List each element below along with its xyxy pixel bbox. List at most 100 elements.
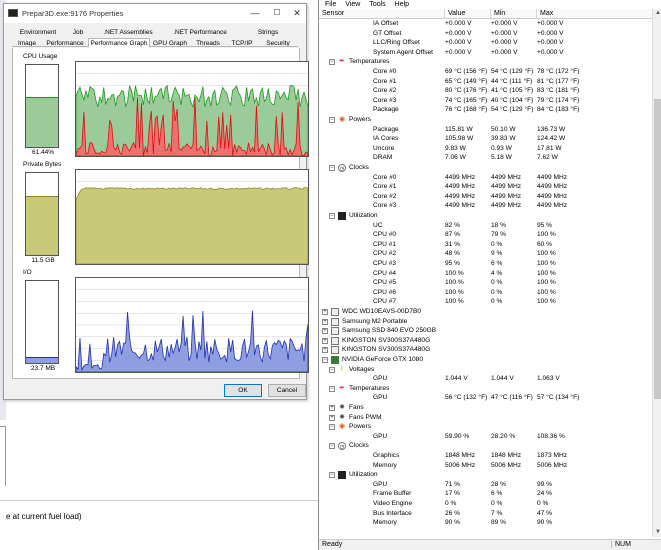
ok-button[interactable]: OK xyxy=(224,384,262,397)
sensor-row[interactable]: GPU 1.044 V 1.044 V 1.063 V xyxy=(319,374,652,384)
collapse-icon[interactable]: − xyxy=(329,59,335,66)
menu-help[interactable]: Help xyxy=(395,0,409,9)
sensor-group-row[interactable]: − Utilization xyxy=(319,470,652,480)
scroll-thumb[interactable] xyxy=(654,99,661,399)
sensor-row[interactable]: GT Offset +0.000 V +0.000 V +0.000 V xyxy=(319,29,652,39)
expand-icon[interactable]: + xyxy=(322,337,328,344)
sensor-row[interactable]: Core #3 74 °C (165 °F) 40 °C (104 °F) 79 °C… xyxy=(319,96,652,106)
close-button[interactable]: ✕ xyxy=(286,6,308,20)
tab-performance[interactable]: Performance xyxy=(42,38,88,47)
sensor-row[interactable]: Memory 90 % 89 % 90 % xyxy=(319,518,652,528)
sensor-row[interactable]: Bus Interface 26 % 7 % 47 % xyxy=(319,509,652,519)
sensor-group-row[interactable]: + Samsung SSD 840 EVO 250GB xyxy=(319,326,652,336)
sensor-group-row[interactable]: + ✸ Fans PWM xyxy=(319,413,652,423)
sensor-row[interactable]: DRAM 7.06 W 5.18 W 7.62 W xyxy=(319,153,652,163)
collapse-icon[interactable]: − xyxy=(329,213,335,219)
sensor-group-row[interactable]: − ✒ Temperatures xyxy=(319,384,652,394)
sensor-row[interactable]: Uncore 9.83 W 0.93 W 17.81 W xyxy=(319,144,652,154)
column-sensor[interactable]: Sensor xyxy=(319,9,445,19)
sensor-row[interactable]: Graphics 1848 MHz 1848 MHz 1873 MHz xyxy=(319,451,652,461)
expand-icon[interactable]: + xyxy=(322,309,328,315)
sensor-row[interactable]: LLC/Ring Offset +0.000 V +0.000 V +0.000 V xyxy=(319,38,652,48)
menu-file[interactable]: File xyxy=(325,0,336,9)
collapse-icon[interactable]: − xyxy=(329,443,335,450)
sensor-row[interactable]: IA Cores 105.98 W 39.83 W 124.42 W xyxy=(319,134,652,144)
tab-net-performance[interactable]: .NET Performance xyxy=(164,28,236,37)
sensor-row[interactable]: CPU #2 48 % 9 % 100 % xyxy=(319,249,652,259)
properties-titlebar[interactable]: Prepar3D.exe:9176 Properties — ☐ ✕ xyxy=(4,4,306,23)
sensor-row[interactable]: CPU #3 95 % 6 % 100 % xyxy=(319,259,652,269)
tab-tcp-ip[interactable]: TCP/IP xyxy=(226,38,258,47)
sensor-row[interactable]: Package 76 °C (168 °F) 54 °C (129 °F) 84 °C… xyxy=(319,105,652,115)
expand-icon[interactable]: + xyxy=(329,405,335,411)
collapse-icon[interactable]: − xyxy=(329,165,335,171)
tab-strings[interactable]: Strings xyxy=(236,28,300,37)
tab-gpu-graph[interactable]: GPU Graph xyxy=(150,38,190,47)
sensor-group-row[interactable]: + Samsung M2 Portable xyxy=(319,317,652,327)
sensor-row[interactable]: Video Engine 0 % 0 % 0 % xyxy=(319,499,652,509)
sensor-group-row[interactable]: − ◷ Clocks xyxy=(319,163,652,173)
sensor-group-row[interactable]: − ◉ Powers xyxy=(319,115,652,125)
sensor-row[interactable]: CPU #7 100 % 0 % 100 % xyxy=(319,297,652,307)
sensor-row[interactable]: CPU #6 100 % 0 % 100 % xyxy=(319,288,652,298)
sensor-group-row[interactable]: + WDC WD10EAVS-00D7B0 xyxy=(319,307,652,317)
sensor-group-row[interactable]: − NVIDIA GeForce GTX 1080 xyxy=(319,355,652,365)
properties-window[interactable]: Prepar3D.exe:9176 Properties — ☐ ✕ Envir… xyxy=(3,3,309,400)
collapse-icon[interactable]: − xyxy=(329,366,335,373)
collapse-icon[interactable]: − xyxy=(329,424,335,431)
sensor-row[interactable]: CPU #1 31 % 0 % 60 % xyxy=(319,240,652,250)
sensor-window[interactable]: File View Tools Help Sensor Value Min Ma… xyxy=(318,0,661,550)
expand-icon[interactable]: + xyxy=(322,318,328,325)
sensor-row[interactable]: Core #1 65 °C (149 °F) 44 °C (111 °F) 81 °C… xyxy=(319,77,652,87)
sensor-group-row[interactable]: − ◉ Powers xyxy=(319,422,652,432)
tab-environment[interactable]: Environment xyxy=(12,28,64,37)
sensor-row[interactable]: GPU 56 °C (132 °F) 47 °C (116 °F) 57 °C (13… xyxy=(319,393,652,403)
expand-icon[interactable]: + xyxy=(329,414,335,421)
tab-job[interactable]: Job xyxy=(64,28,92,37)
collapse-icon[interactable]: − xyxy=(329,472,335,479)
tab-security[interactable]: Security xyxy=(258,38,298,47)
sensor-row[interactable]: Core #0 69 °C (156 °F) 54 °C (129 °F) 78 °C… xyxy=(319,67,652,77)
sensor-group-row[interactable]: + KINGSTON SV300S37A480G xyxy=(319,336,652,346)
sensor-row[interactable]: Core #2 80 °C (176 °F) 41 °C (105 °F) 83 °C… xyxy=(319,86,652,96)
minimize-button[interactable]: — xyxy=(244,6,266,20)
column-value[interactable]: Value xyxy=(445,9,491,19)
collapse-icon[interactable]: − xyxy=(329,385,335,392)
sensor-row[interactable]: Memory 5006 MHz 5006 MHz 5006 MHz xyxy=(319,461,652,471)
expand-icon[interactable]: + xyxy=(322,347,328,354)
column-max[interactable]: Max xyxy=(537,9,652,19)
sensor-row[interactable]: UC 82 % 18 % 95 % xyxy=(319,221,652,231)
cancel-button[interactable]: Cancel xyxy=(268,384,306,397)
sensor-row[interactable]: Core #0 4499 MHz 4499 MHz 4499 MHz xyxy=(319,173,652,183)
collapse-icon[interactable]: − xyxy=(322,357,328,363)
sensor-group-row[interactable]: + ✸ Fans xyxy=(319,403,652,413)
sensor-row[interactable]: Core #3 4499 MHz 4499 MHz 4499 MHz xyxy=(319,201,652,211)
sensor-row[interactable]: CPU #4 100 % 4 % 100 % xyxy=(319,269,652,279)
sensor-group-row[interactable]: − ◷ Clocks xyxy=(319,441,652,451)
scroll-up-arrow-icon[interactable]: ▲ xyxy=(653,9,661,18)
expand-icon[interactable]: + xyxy=(322,328,328,335)
tab-net-assemblies[interactable]: .NET Assemblies xyxy=(92,28,164,37)
sensor-row[interactable]: IA Offset +0.000 V +0.000 V +0.000 V xyxy=(319,19,652,29)
sensor-group-row[interactable]: + KINGSTON SV300S37A480G xyxy=(319,345,652,355)
collapse-icon[interactable]: − xyxy=(329,117,335,123)
sensor-row[interactable]: CPU #0 87 % 79 % 100 % xyxy=(319,230,652,240)
sensor-row[interactable]: Core #2 4499 MHz 4499 MHz 4499 MHz xyxy=(319,192,652,202)
sensor-row[interactable]: System Agent Offset +0.000 V +0.000 V +0.00… xyxy=(319,48,652,58)
sensor-row[interactable]: GPU 71 % 28 % 99 % xyxy=(319,480,652,490)
menu-view[interactable]: View xyxy=(345,0,360,9)
sensor-row[interactable]: Core #1 4499 MHz 4499 MHz 4499 MHz xyxy=(319,182,652,192)
menu-tools[interactable]: Tools xyxy=(369,0,385,9)
sensor-row[interactable]: Package 115.81 W 50.10 W 136.73 W xyxy=(319,125,652,135)
tab-image[interactable]: Image xyxy=(12,38,42,47)
vertical-scrollbar[interactable]: ▲ ▼ xyxy=(652,9,661,537)
sensor-group-row[interactable]: − ⌇ Voltages xyxy=(319,365,652,375)
column-min[interactable]: Min xyxy=(491,9,537,19)
sensor-group-row[interactable]: − ✒ Temperatures xyxy=(319,57,652,67)
maximize-button[interactable]: ☐ xyxy=(266,6,288,20)
scroll-down-arrow-icon[interactable]: ▼ xyxy=(653,528,661,537)
sensor-group-row[interactable]: − Utilization xyxy=(319,211,652,221)
sensor-row[interactable]: CPU #5 100 % 0 % 100 % xyxy=(319,278,652,288)
tab-performance-graph[interactable]: Performance Graph xyxy=(88,38,150,48)
tab-threads[interactable]: Threads xyxy=(190,38,226,47)
